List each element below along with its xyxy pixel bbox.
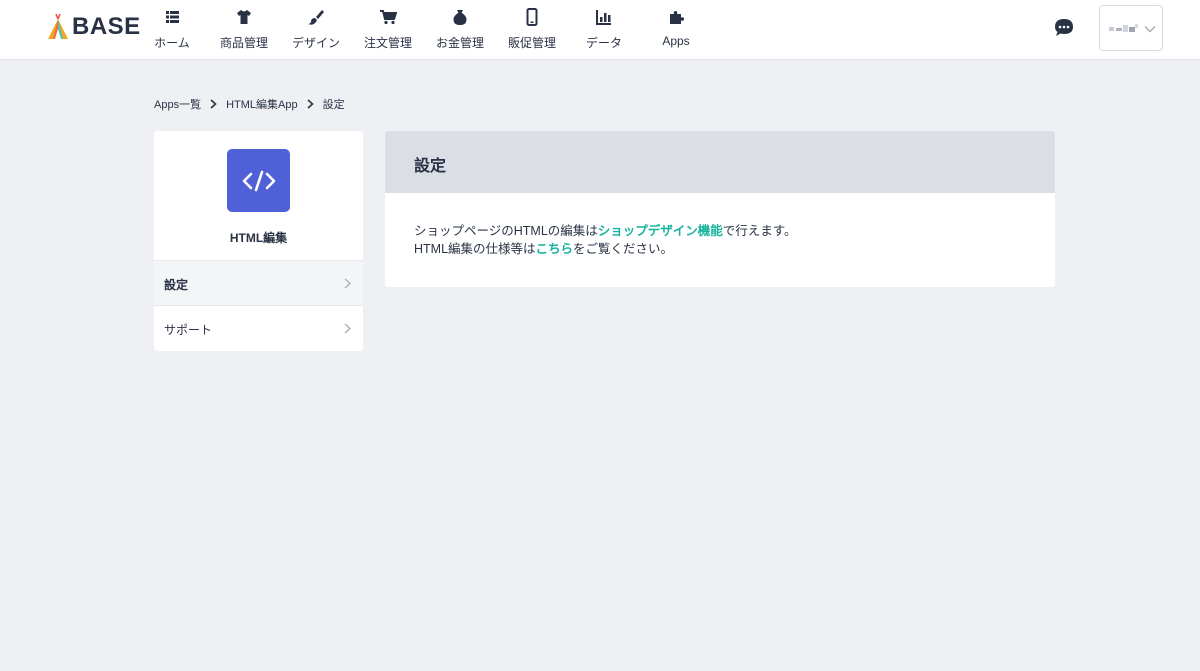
tshirt-icon — [237, 10, 251, 24]
chevron-right-icon — [344, 323, 351, 334]
nav-products[interactable]: 商品管理 — [208, 0, 280, 60]
nav-money[interactable]: お金管理 — [424, 0, 496, 60]
chevron-down-icon — [1144, 26, 1156, 33]
sidebar-item-settings[interactable]: 設定 — [154, 260, 363, 306]
nav-label: データ — [585, 36, 622, 50]
cart-icon — [380, 10, 397, 25]
nav-label: 販促管理 — [507, 36, 556, 50]
sidebar-item-label: サポート — [164, 323, 213, 337]
settings-panel: 設定 ショップページのHTMLの編集はショップデザイン機能で行えます。 HTML… — [385, 131, 1055, 287]
panel-title: 設定 — [414, 158, 447, 175]
breadcrumb-html-app[interactable]: HTML編集App — [226, 96, 298, 112]
app-name: HTML編集 — [229, 231, 288, 245]
nav-label: ホーム — [154, 36, 190, 50]
account-menu-button[interactable] — [1099, 5, 1163, 51]
panel-text: HTML編集の仕様等は — [414, 242, 536, 256]
chevron-right-icon — [210, 99, 217, 109]
chat-bubble-icon[interactable] — [1053, 17, 1075, 39]
nav-home[interactable]: ホーム — [136, 0, 208, 60]
paint-brush-icon — [308, 10, 324, 25]
sidebar-item-label: 設定 — [164, 278, 189, 292]
shop-design-link[interactable]: ショップデザイン機能 — [598, 224, 723, 238]
breadcrumb-apps-list[interactable]: Apps一覧 — [154, 96, 201, 112]
panel-text: ショップページのHTMLの編集は — [414, 224, 598, 238]
nav-label: デザイン — [291, 36, 340, 50]
panel-text: で行えます。 — [722, 224, 797, 238]
tent-logo-icon — [48, 14, 68, 39]
nav-label: Apps — [662, 34, 690, 48]
chevron-right-icon — [344, 278, 351, 289]
top-navigation-bar: BASE ホーム 商品管理 デザイン 注文管理 お金管理 販促管理 データ Ap… — [0, 0, 1200, 60]
sidebar-item-support[interactable]: サポート — [154, 305, 363, 351]
app-icon — [227, 149, 290, 212]
panel-text: をご覧ください。 — [573, 242, 674, 256]
shop-avatar — [1109, 24, 1138, 32]
nav-orders[interactable]: 注文管理 — [352, 0, 424, 60]
nav-apps[interactable]: Apps — [640, 0, 712, 60]
puzzle-icon — [670, 11, 684, 24]
panel-body: ショップページのHTMLの編集はショップデザイン機能で行えます。 HTML編集の… — [414, 222, 797, 258]
code-icon — [242, 170, 275, 191]
nav-design[interactable]: デザイン — [280, 0, 352, 60]
breadcrumb-current: 設定 — [322, 99, 345, 111]
panel-header: 設定 — [385, 131, 1055, 193]
panel-line-2: HTML編集の仕様等はこちらをご覧ください。 — [414, 240, 797, 258]
nav-promotion[interactable]: 販促管理 — [496, 0, 568, 60]
money-bag-icon — [453, 10, 467, 25]
chevron-right-icon — [307, 99, 314, 109]
nav-label: 商品管理 — [219, 36, 268, 50]
specs-link[interactable]: こちら — [536, 242, 574, 256]
panel-line-1: ショップページのHTMLの編集はショップデザイン機能で行えます。 — [414, 222, 797, 240]
breadcrumb: Apps一覧 HTML編集App 設定 — [154, 96, 345, 112]
nav-data[interactable]: データ — [568, 0, 640, 60]
nav-label: 注文管理 — [363, 36, 412, 50]
home-list-icon — [166, 11, 179, 23]
smartphone-icon — [526, 8, 538, 26]
app-sidebar: HTML編集 設定 サポート — [154, 131, 363, 351]
bar-chart-icon — [596, 10, 611, 25]
nav-label: お金管理 — [435, 36, 484, 50]
logo-text: BASE — [72, 13, 141, 40]
base-logo[interactable]: BASE — [47, 13, 141, 41]
